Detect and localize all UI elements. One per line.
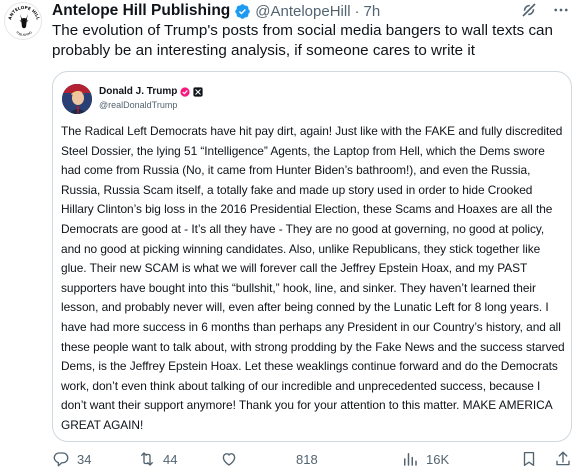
tweet-time[interactable]: 7h <box>364 3 381 20</box>
header-separator: · <box>354 2 360 20</box>
reply-icon <box>53 452 69 467</box>
antelope-hill-logo: ANTELOPE HILL PUBLISHING <box>7 5 41 37</box>
like-button[interactable] <box>220 450 238 468</box>
verified-badge-icon <box>234 3 251 20</box>
header-icons <box>520 1 570 19</box>
quote-body: The Radical Left Democrats have hit pay … <box>61 124 565 432</box>
quoted-post[interactable]: Donald J. Trump @realDonaldTrump The Rad… <box>52 71 572 442</box>
more-icon[interactable] <box>552 1 570 19</box>
grok-icon[interactable] <box>520 1 538 19</box>
quote-name-row: Donald J. Trump <box>99 86 203 97</box>
quote-author-handle[interactable]: @realDonaldTrump <box>99 100 177 110</box>
action-bar: 34 44 818 16K <box>52 448 572 470</box>
share-icon <box>556 451 570 466</box>
like-count-label: 818 <box>296 452 318 467</box>
platform-logo-icon <box>193 86 203 97</box>
share-button[interactable] <box>554 450 572 468</box>
quote-author-avatar <box>62 84 92 114</box>
tweet-header: Antelope Hill Publishing @AntelopeHill ·… <box>52 1 570 21</box>
affiliate-badge-icon <box>180 86 190 97</box>
author-name[interactable]: Antelope Hill Publishing <box>52 2 230 20</box>
reply-count: 34 <box>77 451 92 467</box>
reply-button[interactable]: 34 <box>52 450 91 468</box>
bookmark-icon <box>523 451 535 467</box>
like-count: 818 <box>296 451 318 467</box>
retweet-icon <box>141 452 153 466</box>
repost-button[interactable]: 44 <box>138 450 177 468</box>
views-button[interactable]: 16K <box>401 450 449 468</box>
view-count: 16K <box>426 451 450 467</box>
quote-author-name[interactable]: Donald J. Trump <box>99 86 177 97</box>
author-handle[interactable]: @AntelopeHill <box>255 3 350 20</box>
svg-text:PUBLISHING: PUBLISHING <box>15 30 33 37</box>
views-icon <box>404 453 417 466</box>
tweet-text: The evolution of Trump's posts from soci… <box>52 22 553 59</box>
bookmark-button[interactable] <box>520 450 538 468</box>
author-avatar[interactable]: ANTELOPE HILL PUBLISHING <box>4 2 42 40</box>
heart-icon <box>222 453 236 466</box>
repost-count: 44 <box>163 451 178 467</box>
